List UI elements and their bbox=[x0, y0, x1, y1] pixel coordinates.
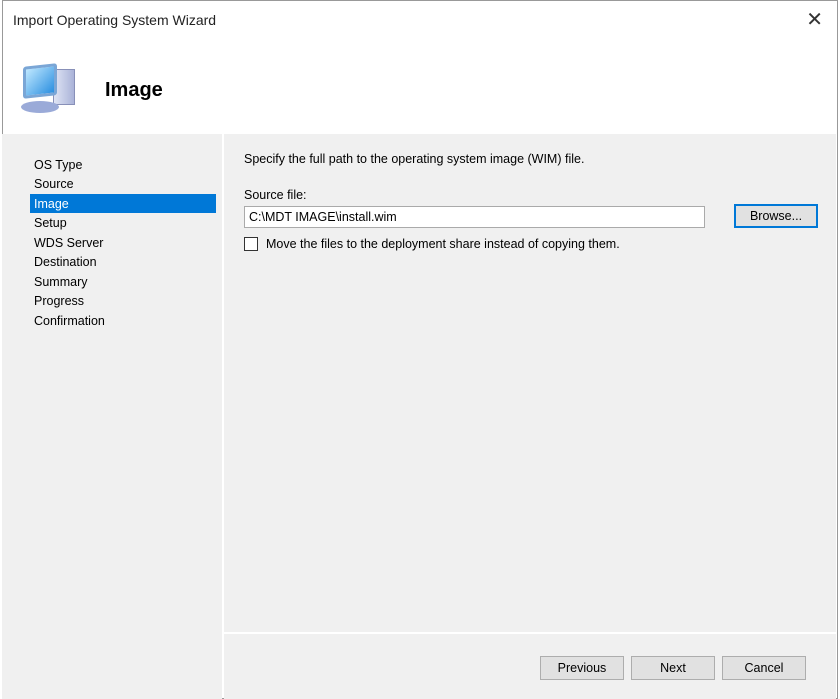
close-icon[interactable]: ✕ bbox=[806, 7, 823, 32]
divider bbox=[224, 632, 836, 634]
computer-icon bbox=[19, 61, 79, 117]
step-image[interactable]: Image bbox=[30, 194, 216, 213]
step-setup[interactable]: Setup bbox=[30, 213, 216, 232]
cancel-button[interactable]: Cancel bbox=[722, 656, 806, 680]
step-progress[interactable]: Progress bbox=[30, 291, 216, 310]
main-panel: Specify the full path to the operating s… bbox=[224, 134, 836, 699]
page-title: Image bbox=[105, 79, 163, 102]
step-wds-server[interactable]: WDS Server bbox=[30, 233, 216, 252]
move-files-label[interactable]: Move the files to the deployment share i… bbox=[266, 237, 620, 251]
steps-sidebar: OS Type Source Image Setup WDS Server De… bbox=[2, 134, 222, 699]
previous-button[interactable]: Previous bbox=[540, 656, 624, 680]
browse-button[interactable]: Browse... bbox=[734, 204, 818, 228]
source-file-input[interactable]: C:\MDT IMAGE\install.wim bbox=[244, 206, 705, 228]
step-confirmation[interactable]: Confirmation bbox=[30, 311, 216, 330]
move-files-checkbox[interactable] bbox=[244, 237, 258, 251]
description: Specify the full path to the operating s… bbox=[244, 152, 584, 166]
step-os-type[interactable]: OS Type bbox=[30, 155, 216, 174]
step-summary[interactable]: Summary bbox=[30, 272, 216, 291]
step-source[interactable]: Source bbox=[30, 174, 216, 193]
next-button[interactable]: Next bbox=[631, 656, 715, 680]
step-destination[interactable]: Destination bbox=[30, 252, 216, 271]
source-file-label: Source file: bbox=[244, 188, 307, 202]
window-title: Import Operating System Wizard bbox=[13, 12, 216, 28]
